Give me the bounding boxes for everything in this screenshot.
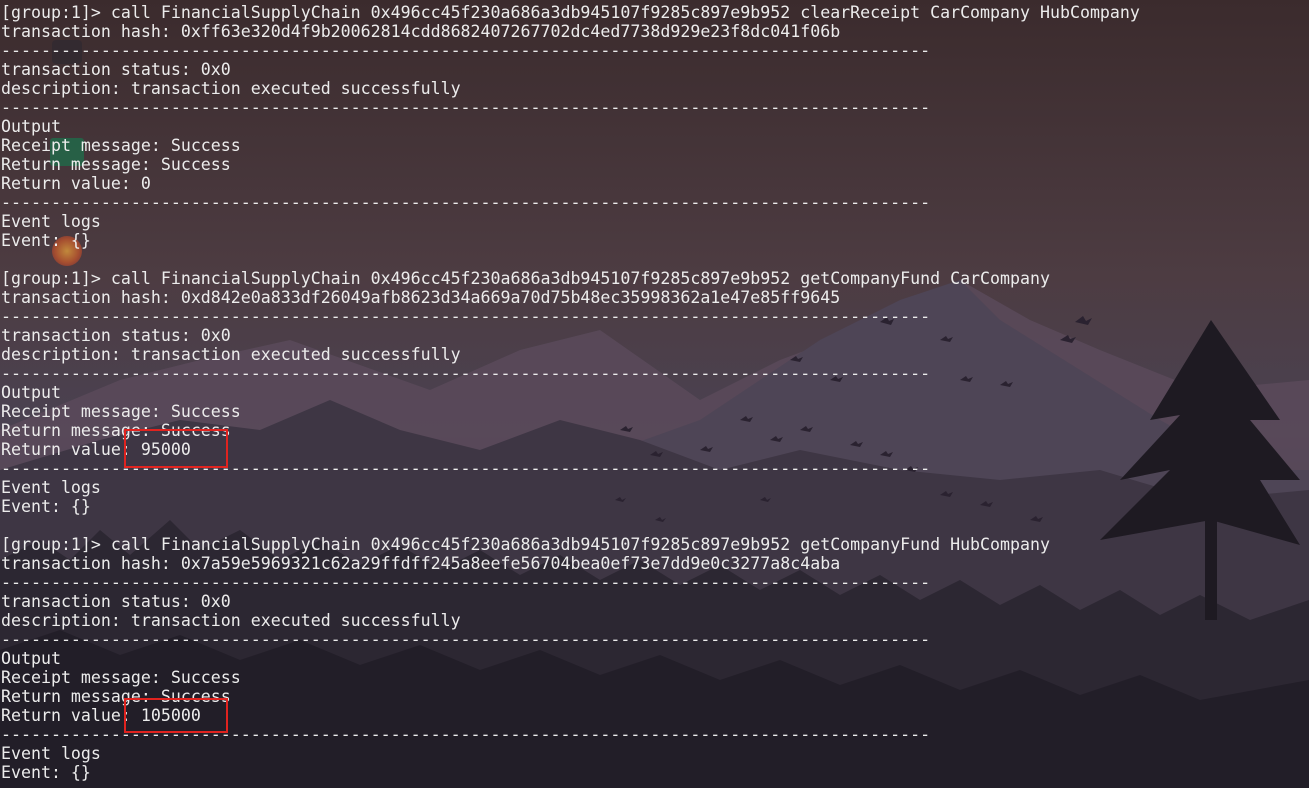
terminal-line: Output — [1, 117, 61, 136]
highlight-box-95000 — [124, 429, 228, 468]
terminal-line: transaction status: 0x0 — [1, 326, 231, 345]
terminal-line: Return value: 0 — [1, 174, 151, 193]
terminal-line: ----------------------------------------… — [1, 307, 931, 326]
terminal-line: Receipt message: Success — [1, 402, 241, 421]
terminal-line: Output — [1, 649, 61, 668]
terminal-line: [group:1]> call FinancialSupplyChain 0x4… — [1, 269, 1050, 288]
terminal-line: Event logs — [1, 744, 101, 763]
terminal-line: Receipt message: Success — [1, 668, 241, 687]
terminal-output[interactable]: [group:1]> call FinancialSupplyChain 0x4… — [1, 3, 1301, 782]
terminal-line: ----------------------------------------… — [1, 630, 931, 649]
terminal-line: Event: {} — [1, 763, 91, 782]
terminal-line: ----------------------------------------… — [1, 573, 931, 592]
terminal-line: transaction status: 0x0 — [1, 60, 231, 79]
terminal-line: Event logs — [1, 212, 101, 231]
terminal-line: Return message: Success — [1, 155, 231, 174]
terminal-line: transaction hash: 0xff63e320d4f9b2006281… — [1, 22, 841, 41]
terminal-line: [group:1]> call FinancialSupplyChain 0x4… — [1, 3, 1140, 22]
terminal-line: Event: {} — [1, 497, 91, 516]
terminal-line: description: transaction executed succes… — [1, 79, 461, 98]
terminal-line: Receipt message: Success — [1, 136, 241, 155]
terminal-line: ----------------------------------------… — [1, 41, 931, 60]
terminal-line: Event: {} — [1, 231, 91, 250]
terminal-line: ----------------------------------------… — [1, 193, 931, 212]
terminal-line: ----------------------------------------… — [1, 364, 931, 383]
terminal-line: transaction hash: 0xd842e0a833df26049afb… — [1, 288, 841, 307]
terminal-line: Output — [1, 383, 61, 402]
terminal-line: description: transaction executed succes… — [1, 345, 461, 364]
terminal-line: description: transaction executed succes… — [1, 611, 461, 630]
terminal-line: transaction hash: 0x7a59e5969321c62a29ff… — [1, 554, 841, 573]
terminal-line: Event logs — [1, 478, 101, 497]
terminal-line: ----------------------------------------… — [1, 98, 931, 117]
highlight-box-105000 — [124, 698, 228, 733]
terminal-line: [group:1]> call FinancialSupplyChain 0x4… — [1, 535, 1050, 554]
terminal-line: transaction status: 0x0 — [1, 592, 231, 611]
